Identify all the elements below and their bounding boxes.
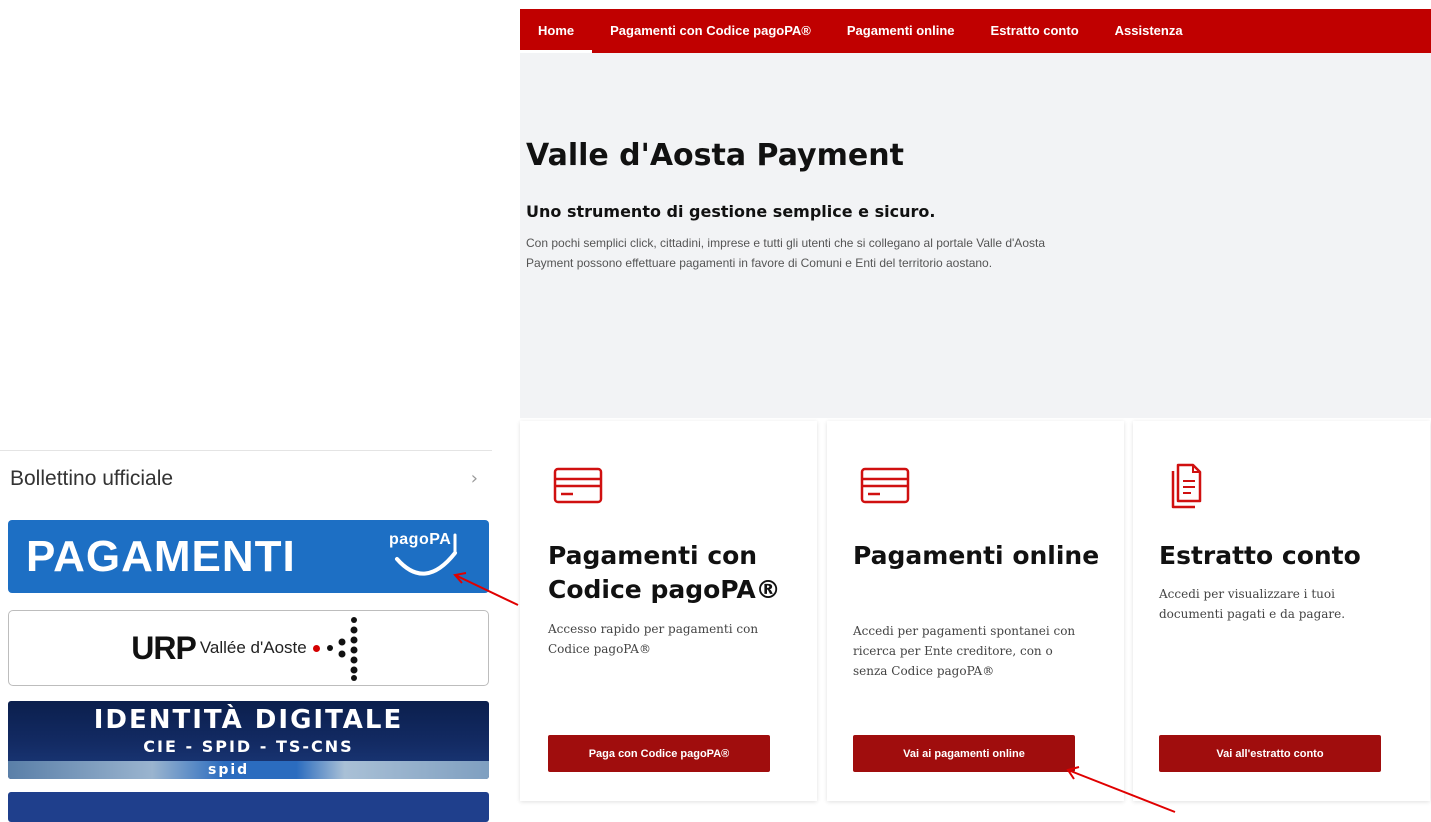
identita-digitale-banner[interactable]: IDENTITÀ DIGITALE CIE - SPID - TS-CNS sp… [8,701,489,779]
bollettino-ufficiale-label: Bollettino ufficiale [10,466,174,490]
regional-sidebar: Bollettino ufficiale › PAGAMENTI pagoPA … [0,0,500,822]
spid-logo: spid [208,762,250,778]
vai-estratto-conto-button[interactable]: Vai all'estratto conto [1159,735,1381,772]
card-pagamenti-online: Pagamenti online Accedi per pagamenti sp… [827,421,1124,801]
card-title: Pagamenti online [853,541,1100,570]
nav-item-pagamenti-online[interactable]: Pagamenti online [829,9,973,53]
pagopa-logo: pagoPA [389,529,461,585]
bollettino-ufficiale-link[interactable]: Bollettino ufficiale › [0,450,492,506]
nav-item-pagamenti-codice[interactable]: Pagamenti con Codice pagoPA® [592,9,829,53]
hero-section: Valle d'Aosta Payment Uno strumento di g… [520,53,1431,418]
vai-pagamenti-online-button[interactable]: Vai ai pagamenti online [853,735,1075,772]
page-title: Valle d'Aosta Payment [526,138,904,173]
card-title: Estratto conto [1159,541,1361,570]
urp-banner[interactable]: URP Vallée d'Aoste [8,610,489,686]
credit-card-icon [860,466,910,510]
document-icon [1169,461,1203,515]
urp-dots-logo [326,617,358,681]
card-title: Pagamenti con Codice pagoPA® [548,541,781,604]
nav-item-assistenza[interactable]: Assistenza [1097,9,1201,53]
card-pagamenti-codice: Pagamenti con Codice pagoPA® Accesso rap… [520,421,817,801]
card-text: Accesso rapido per pagamenti con Codice … [548,622,759,656]
eu-banner[interactable] [8,792,489,822]
hero-subtitle: Uno strumento di gestione semplice e sic… [526,202,936,221]
identita-digitale-subtitle: CIE - SPID - TS-CNS [143,737,354,756]
urp-brand: URP [131,629,197,666]
hero-description: Con pochi semplici click, cittadini, imp… [526,236,1045,270]
card-estratto-conto: Estratto conto Accedi per visualizzare i… [1133,421,1430,801]
urp-subtitle: Vallée d'Aoste [199,638,307,657]
credit-card-icon [553,466,603,510]
pagamenti-banner[interactable]: PAGAMENTI pagoPA [8,520,489,593]
card-text: Accedi per pagamenti spontanei con ricer… [853,624,1076,678]
card-text: Accedi per visualizzare i tuoi documenti… [1159,587,1346,621]
main-navbar: Home Pagamenti con Codice pagoPA® Pagame… [520,9,1431,53]
pagamenti-banner-text: PAGAMENTI [26,531,296,581]
nav-item-estratto-conto[interactable]: Estratto conto [973,9,1097,53]
identita-digitale-title: IDENTITÀ DIGITALE [93,705,404,735]
nav-item-home[interactable]: Home [520,9,593,53]
paga-codice-button[interactable]: Paga con Codice pagoPA® [548,735,770,772]
urp-red-dot [312,644,320,652]
chevron-right-icon: › [470,468,478,489]
